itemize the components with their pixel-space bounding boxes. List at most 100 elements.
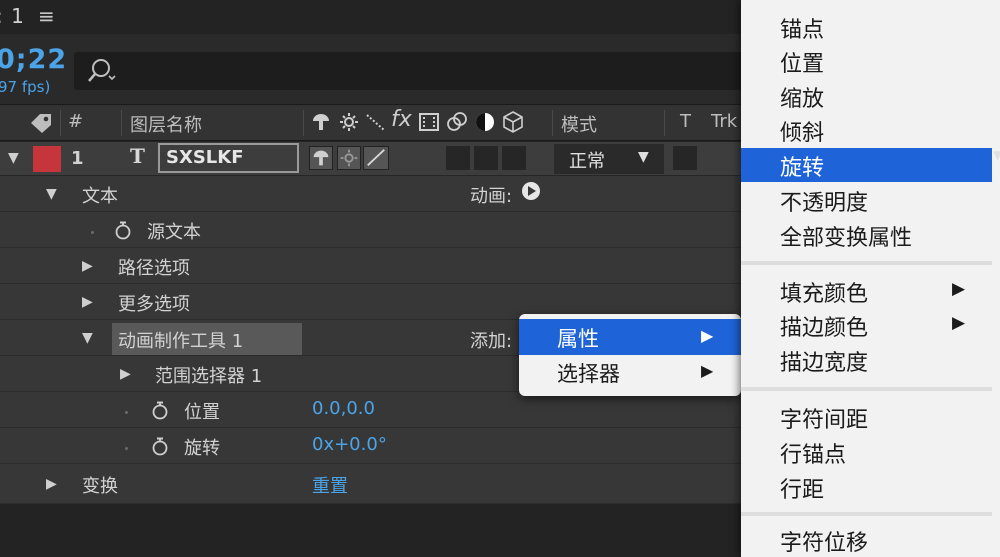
panel-tab-label: 1 <box>11 4 25 28</box>
column-layer-name[interactable]: 图层名称 <box>130 111 202 137</box>
expand-triangle-icon[interactable]: ▶ <box>82 258 93 274</box>
submenu-item-rotation[interactable]: 旋转 <box>741 148 992 182</box>
submenu-arrow-icon: ▶ <box>701 326 714 345</box>
column-divider[interactable] <box>121 110 122 136</box>
expand-triangle-icon[interactable]: ▶ <box>120 366 131 382</box>
animate-menu-button[interactable] <box>521 181 541 201</box>
submenu-item-position[interactable]: 位置 <box>741 44 1000 78</box>
layer-quality-switch[interactable] <box>363 146 389 170</box>
submenu-item-anchor[interactable]: 锚点 <box>741 10 1000 44</box>
property-label: 更多选项 <box>118 294 190 315</box>
property-label: 文本 <box>82 186 118 207</box>
layer-adjustment-switch[interactable] <box>474 146 498 170</box>
submenu-item-label: 旋转 <box>780 156 825 181</box>
menu-separator <box>741 261 992 265</box>
animator-name: 动画制作工具 1 <box>118 331 244 352</box>
stopwatch-icon[interactable] <box>151 436 169 456</box>
submenu-item-scale[interactable]: 缩放 <box>741 79 1000 113</box>
column-mode[interactable]: 模式 <box>561 111 597 137</box>
fps-display: 97 fps) <box>0 78 51 96</box>
column-divider[interactable] <box>664 110 665 136</box>
preserve-transparency-switch[interactable] <box>673 146 697 170</box>
submenu-item-stroke-width[interactable]: 描边宽度 <box>741 343 1000 377</box>
submenu-item-label: 行锚点 <box>780 443 847 468</box>
adjustment-layer-icon[interactable] <box>474 110 496 134</box>
submenu-item-label: 缩放 <box>780 87 825 112</box>
layer-mode-dropdown[interactable]: 正常 ▼ <box>554 144 664 174</box>
panel-tab-title[interactable]: : 1 <box>0 4 25 28</box>
expand-triangle-icon[interactable]: ▶ <box>46 476 57 492</box>
property-label: 变换 <box>82 476 118 497</box>
expand-triangle-icon[interactable]: ▶ <box>82 294 93 310</box>
menu-separator <box>741 387 992 391</box>
quality-icon[interactable] <box>364 110 386 134</box>
current-time-display[interactable]: 0;22 <box>0 44 67 75</box>
submenu-arrow-icon: ▶ <box>952 279 966 299</box>
submenu-item-label: 字符位移 <box>780 531 869 556</box>
reset-link[interactable]: 重置 <box>312 472 348 498</box>
menu-item-selector[interactable]: 选择器 ▶ <box>519 354 741 390</box>
shy-icon[interactable] <box>310 110 332 134</box>
text-layer-icon: T <box>130 144 145 168</box>
layer-collapse-switch[interactable] <box>337 146 361 170</box>
submenu-arrow-icon: ▶ <box>701 361 714 380</box>
submenu-item-skew[interactable]: 倾斜 <box>741 113 1000 147</box>
submenu-item-label: 填充颜色 <box>780 282 869 307</box>
motion-blur-icon[interactable] <box>446 110 468 134</box>
submenu-item-label: 倾斜 <box>780 121 825 146</box>
column-trkmat[interactable]: Trk <box>711 111 737 132</box>
layer-motion-blur-switch[interactable] <box>446 146 470 170</box>
submenu-item-tracking[interactable]: 字符间距 <box>741 400 1000 434</box>
submenu-item-line-anchor[interactable]: 行锚点 <box>741 435 1000 469</box>
menu-item-properties[interactable]: 属性 ▶ <box>519 319 741 355</box>
layer-expand-triangle[interactable]: ▼ <box>8 150 19 166</box>
keyframe-nav-dot <box>91 231 94 234</box>
submenu-item-line-spacing[interactable]: 行距 <box>741 470 1000 504</box>
position-value[interactable]: 0.0,0.0 <box>312 398 375 419</box>
submenu-item-label: 不透明度 <box>780 191 869 216</box>
3d-layer-icon[interactable] <box>502 110 524 134</box>
search-icon[interactable] <box>84 56 118 86</box>
layer-shy-switch[interactable] <box>309 146 333 170</box>
column-divider[interactable] <box>303 110 304 136</box>
submenu-item-character-offset[interactable]: 字符位移 <box>741 523 1000 557</box>
keyframe-nav-dot <box>125 411 128 414</box>
layer-name: SXSLKF <box>166 147 244 168</box>
collapse-transform-icon[interactable] <box>338 110 360 134</box>
submenu-item-opacity[interactable]: 不透明度 <box>741 183 1000 217</box>
column-divider[interactable] <box>60 110 61 136</box>
column-divider[interactable] <box>552 110 553 136</box>
animate-label: 动画: <box>470 186 513 207</box>
submenu-item-label: 行距 <box>780 478 825 503</box>
submenu-item-label: 位置 <box>780 52 825 77</box>
mode-value: 正常 <box>569 151 605 172</box>
submenu-item-stroke-color[interactable]: 描边颜色 ▶ <box>741 308 1000 342</box>
stopwatch-icon[interactable] <box>151 400 169 420</box>
submenu-item-label: 全部变换属性 <box>780 226 913 251</box>
property-label: 源文本 <box>147 222 201 243</box>
submenu-item-label: 锚点 <box>780 18 825 43</box>
search-input[interactable] <box>124 56 728 86</box>
effects-icon[interactable]: fx <box>391 107 412 132</box>
frame-blending-icon[interactable] <box>418 110 440 134</box>
panel-menu-icon[interactable]: ≡ <box>38 4 55 28</box>
layer-name-field[interactable]: SXSLKF <box>158 143 299 173</box>
submenu-item-label: 描边颜色 <box>780 316 869 341</box>
property-label: 范围选择器 1 <box>155 366 263 387</box>
layer-3d-switch[interactable] <box>502 146 526 170</box>
expand-triangle-icon[interactable]: ▼ <box>82 330 93 346</box>
layer-index: 1 <box>71 148 84 169</box>
column-number[interactable]: # <box>68 111 83 132</box>
add-label: 添加: <box>470 331 513 352</box>
expand-triangle-icon[interactable]: ▼ <box>46 186 57 202</box>
chevron-down-icon: ▼ <box>638 149 649 165</box>
label-tag-icon[interactable] <box>28 112 54 134</box>
column-t[interactable]: T <box>680 111 691 132</box>
layer-label-color[interactable] <box>33 146 61 172</box>
submenu-item-label: 描边宽度 <box>780 351 869 376</box>
stopwatch-icon[interactable] <box>114 220 132 240</box>
rotation-value[interactable]: 0x+0.0° <box>312 434 387 455</box>
submenu-item-all-transform[interactable]: 全部变换属性 <box>741 218 1000 252</box>
empty-timeline-area <box>0 504 741 557</box>
submenu-item-fill-color[interactable]: 填充颜色 ▶ <box>741 274 1000 308</box>
